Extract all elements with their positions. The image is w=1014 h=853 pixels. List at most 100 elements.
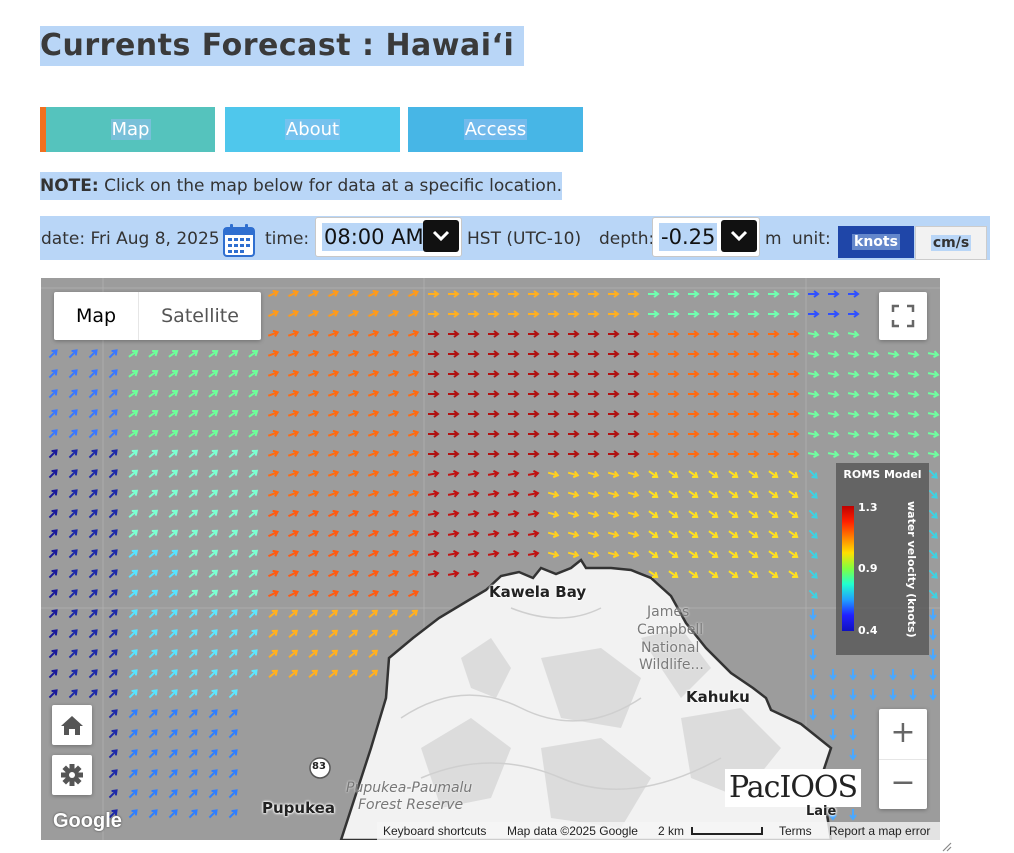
current-vector bbox=[608, 370, 620, 378]
current-vector bbox=[909, 669, 917, 681]
current-vector bbox=[809, 649, 817, 661]
current-vector bbox=[248, 389, 259, 398]
current-vector bbox=[128, 409, 139, 418]
current-vector bbox=[268, 509, 280, 518]
current-vector bbox=[268, 589, 280, 598]
current-vector bbox=[128, 809, 138, 819]
current-vector bbox=[548, 310, 560, 318]
time-select[interactable]: 08:00 AM bbox=[315, 217, 462, 257]
current-vector bbox=[788, 330, 800, 338]
current-vector bbox=[208, 389, 219, 398]
current-vector bbox=[567, 530, 580, 539]
current-vector bbox=[248, 349, 259, 358]
map-label-national: National bbox=[641, 640, 700, 656]
current-vector bbox=[268, 609, 279, 618]
resize-handle-icon[interactable] bbox=[940, 840, 952, 852]
tab-about[interactable]: About bbox=[225, 107, 400, 152]
current-vector bbox=[828, 310, 840, 318]
map[interactable]: Map Satellite + − ROMS Model 1.3 0.9 0.4… bbox=[41, 278, 940, 840]
current-vector bbox=[387, 369, 400, 378]
current-vector bbox=[288, 509, 300, 518]
current-vector bbox=[248, 429, 259, 438]
chevron-down-icon[interactable] bbox=[721, 220, 757, 252]
current-vector bbox=[768, 550, 779, 559]
current-vector bbox=[208, 689, 218, 699]
current-vector bbox=[428, 430, 440, 438]
current-vector bbox=[108, 589, 118, 599]
current-vector bbox=[208, 729, 218, 739]
current-vector bbox=[368, 569, 380, 578]
unit-cms-button[interactable]: cm/s bbox=[915, 226, 987, 260]
current-vector bbox=[148, 749, 158, 759]
current-vector bbox=[368, 629, 379, 638]
current-vector bbox=[48, 369, 58, 379]
map-canvas[interactable] bbox=[41, 278, 940, 840]
current-vector bbox=[708, 510, 719, 519]
current-vector bbox=[228, 689, 238, 699]
keyboard-shortcuts-link[interactable]: Keyboard shortcuts bbox=[383, 824, 486, 838]
current-vector bbox=[527, 529, 540, 538]
current-vector bbox=[528, 310, 540, 318]
current-vector bbox=[148, 529, 159, 538]
current-vector bbox=[347, 329, 360, 338]
current-vector bbox=[348, 629, 359, 638]
current-vector bbox=[668, 490, 679, 499]
map-type-map-button[interactable]: Map bbox=[54, 292, 138, 340]
current-vector bbox=[768, 510, 779, 519]
current-vector bbox=[648, 370, 660, 378]
current-vector bbox=[927, 390, 940, 399]
current-vector bbox=[668, 550, 679, 559]
tab-map-label: Map bbox=[110, 119, 151, 140]
current-vector bbox=[168, 589, 179, 598]
calendar-icon[interactable] bbox=[223, 223, 255, 257]
home-button[interactable] bbox=[52, 705, 92, 745]
current-vector bbox=[608, 450, 620, 458]
fullscreen-button[interactable] bbox=[879, 292, 927, 340]
current-vector bbox=[168, 629, 178, 639]
current-vector bbox=[427, 469, 440, 478]
current-vector bbox=[407, 449, 420, 458]
zoom-control: + − bbox=[879, 709, 927, 809]
zoom-out-button[interactable]: − bbox=[879, 759, 927, 809]
unit-cms-label: cm/s bbox=[930, 235, 972, 251]
terms-link[interactable]: Terms bbox=[779, 824, 812, 838]
current-vector bbox=[849, 809, 857, 821]
settings-button[interactable] bbox=[52, 755, 92, 795]
current-vector bbox=[528, 410, 540, 418]
chevron-down-icon[interactable] bbox=[423, 220, 459, 252]
tab-access[interactable]: Access bbox=[408, 107, 583, 152]
map-type-satellite-button[interactable]: Satellite bbox=[138, 292, 261, 340]
current-vector bbox=[608, 390, 620, 398]
current-vector bbox=[228, 349, 239, 358]
tab-map[interactable]: Map bbox=[40, 107, 215, 152]
current-vector bbox=[108, 709, 118, 719]
map-label-james: James bbox=[647, 604, 690, 620]
current-vector bbox=[267, 329, 280, 338]
zoom-in-button[interactable]: + bbox=[879, 709, 927, 760]
current-vector bbox=[668, 430, 680, 438]
current-vector bbox=[208, 609, 218, 619]
current-vector bbox=[68, 369, 78, 379]
current-vector bbox=[447, 529, 460, 538]
pacioos-logo[interactable]: PacIOOS bbox=[725, 769, 861, 807]
legend-max: 1.3 bbox=[858, 501, 878, 514]
current-vector bbox=[268, 669, 279, 678]
current-vector bbox=[307, 329, 320, 338]
unit-knots-button[interactable]: knots bbox=[838, 226, 914, 258]
current-vector bbox=[108, 649, 118, 659]
current-vector bbox=[128, 469, 139, 478]
current-vector bbox=[288, 629, 299, 638]
current-vector bbox=[688, 490, 699, 499]
report-map-error-link[interactable]: Report a map error bbox=[829, 824, 930, 838]
depth-select[interactable]: -0.25 bbox=[652, 217, 760, 257]
current-vector bbox=[168, 709, 178, 719]
current-vector bbox=[48, 689, 58, 699]
current-vector bbox=[768, 410, 780, 418]
current-vector bbox=[188, 489, 199, 498]
current-vector bbox=[308, 589, 320, 598]
current-vector bbox=[208, 449, 219, 458]
current-vector bbox=[348, 549, 360, 558]
current-vector bbox=[128, 349, 139, 358]
current-vector bbox=[728, 510, 739, 519]
current-vector bbox=[108, 629, 118, 639]
